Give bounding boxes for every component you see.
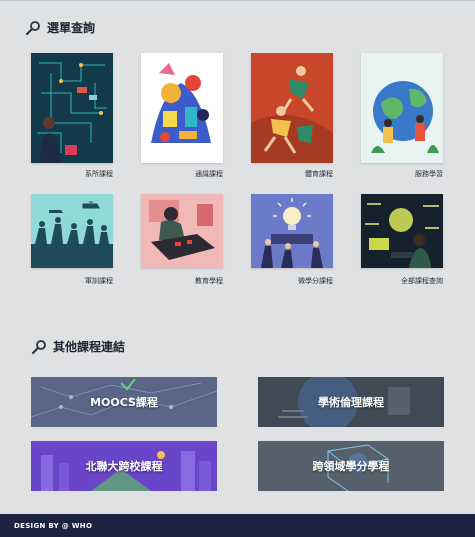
research-ethics-banner[interactable]: 學術倫理課程 — [258, 377, 444, 427]
course-card-image — [141, 194, 223, 268]
course-card-label: 系所課程 — [85, 170, 113, 178]
moocs-banner[interactable]: MOOCS課程 — [31, 377, 217, 427]
course-card-image — [31, 194, 113, 268]
footer: DESIGN BY @ WHO — [0, 514, 475, 537]
course-card-image — [251, 53, 333, 163]
menu-section-title: 選單查詢 — [47, 21, 96, 35]
research-ethics-banner-label: 學術倫理課程 — [318, 396, 384, 409]
course-card-dept[interactable]: 系所課程 — [31, 53, 113, 178]
links-section-title: 其他課程連結 — [53, 340, 126, 354]
course-card-pe[interactable]: 體育課程 — [251, 53, 333, 178]
course-card-label: 通識課程 — [195, 170, 223, 178]
footer-credit: DESIGN BY @ WHO — [14, 521, 93, 530]
course-card-label: 軍訓課程 — [85, 277, 113, 285]
interdisciplinary-banner-label: 跨領域學分學程 — [312, 460, 390, 473]
search-icon — [25, 20, 41, 36]
course-card-image — [361, 194, 443, 268]
course-card-image — [251, 194, 333, 268]
course-card-label: 微學分課程 — [298, 277, 333, 285]
course-card-label: 教育學程 — [195, 277, 223, 285]
course-card-label: 全部課程查詢 — [401, 277, 443, 285]
cross-school-banner-label: 北聯大跨校課程 — [85, 460, 163, 473]
moocs-banner-label: MOOCS課程 — [90, 396, 158, 409]
course-card-image — [141, 53, 223, 163]
course-card-education[interactable]: 教育學程 — [141, 194, 223, 285]
menu-section-header: 選單查詢 — [25, 19, 95, 36]
course-card-general[interactable]: 通識課程 — [141, 53, 223, 178]
top-divider — [0, 0, 475, 1]
course-card-all-courses[interactable]: 全部課程查詢 — [361, 194, 443, 285]
search-icon — [31, 339, 47, 355]
cross-school-banner[interactable]: 北聯大跨校課程 — [31, 441, 217, 491]
course-card-military[interactable]: 軍訓課程 — [31, 194, 113, 285]
course-card-label: 服務學習 — [415, 170, 443, 178]
course-card-image — [31, 53, 113, 163]
interdisciplinary-banner[interactable]: 跨領域學分學程 — [258, 441, 444, 491]
course-card-service[interactable]: 服務學習 — [361, 53, 443, 178]
course-card-label: 體育課程 — [305, 170, 333, 178]
course-card-micro-credit[interactable]: 微學分課程 — [251, 194, 333, 285]
links-section-header: 其他課程連結 — [31, 338, 125, 355]
course-card-image — [361, 53, 443, 163]
